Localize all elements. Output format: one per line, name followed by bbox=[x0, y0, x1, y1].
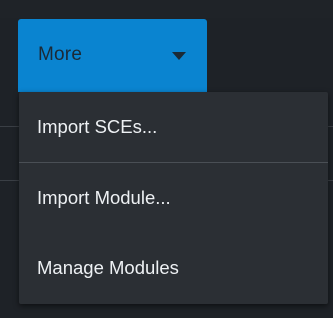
menu-item-manage-modules[interactable]: Manage Modules bbox=[19, 233, 328, 303]
menu-item-import-sces[interactable]: Import SCEs... bbox=[19, 92, 328, 162]
more-dropdown-menu: Import SCEs... Import Module... Manage M… bbox=[19, 92, 328, 304]
background-strip bbox=[0, 0, 333, 18]
menu-item-label: Manage Modules bbox=[37, 257, 179, 278]
menu-item-label: Import SCEs... bbox=[37, 116, 158, 137]
more-dropdown-button[interactable]: More bbox=[18, 19, 207, 92]
menu-item-label: Import Module... bbox=[37, 187, 171, 208]
more-button-label: More bbox=[38, 44, 83, 65]
menu-item-import-module[interactable]: Import Module... bbox=[19, 163, 328, 233]
caret-down-icon bbox=[172, 52, 186, 60]
